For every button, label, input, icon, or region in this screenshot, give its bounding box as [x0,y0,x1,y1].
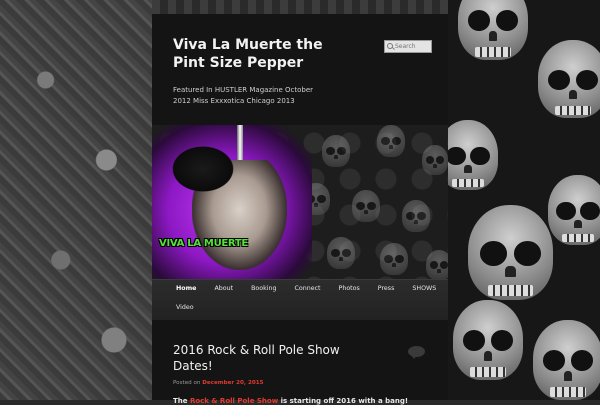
skull-graphic [533,320,600,400]
background-right-skulls [448,0,600,400]
nav-item-press[interactable]: Press [369,280,404,298]
nav-item-video[interactable]: Video [167,299,203,317]
site-description: Featured In HUSTLER Magazine October 201… [173,86,314,105]
nav-item-about[interactable]: About [205,280,242,298]
nav-item-connect[interactable]: Connect [285,280,329,298]
nav-row: Home About Booking Connect Photos Press … [152,280,448,298]
post-body: The Rock & Roll Pole Show is starting of… [173,397,433,405]
post-body-suffix: is starting off 2016 with a bang! [280,397,409,405]
skull-graphic [448,120,498,190]
nav-item-booking[interactable]: Booking [242,280,285,298]
post-body-prefix: The [173,397,188,405]
dancer-hair [168,143,238,195]
post-meta-prefix: Posted on [173,380,201,386]
skull-graphic [538,40,600,118]
nav-item-home[interactable]: Home [167,280,205,298]
nav-item-shows[interactable]: SHOWS [403,280,445,298]
site-title[interactable]: Viva La Muerte the Pint Size Pepper [173,36,323,72]
background-top-strip [152,0,448,14]
header-banner-image[interactable]: VIVA LA MUERTE [152,125,448,279]
skull-graphic [548,175,600,245]
skull-graphic [468,205,553,300]
post-body-link[interactable]: Rock & Roll Pole Show [190,397,278,405]
search-icon [387,42,393,51]
post-date-link[interactable]: December 20, 2015 [202,380,263,386]
skull-graphic [458,0,528,60]
search-box[interactable] [384,40,432,53]
nav-row: Video [152,299,448,317]
post-meta: Posted on December 20, 2015 [173,380,264,386]
skull-graphic [453,300,523,380]
search-input[interactable] [393,41,431,52]
main-navigation: Home About Booking Connect Photos Press … [152,279,448,320]
site-header: Viva La Muerte the Pint Size Pepper Feat… [152,14,448,125]
nav-item-photos[interactable]: Photos [330,280,369,298]
post-title[interactable]: 2016 Rock & Roll Pole Show Dates! [173,342,383,374]
page-container: Viva La Muerte the Pint Size Pepper Feat… [152,14,448,405]
comment-bubble-icon[interactable] [408,346,425,359]
banner-logo-text: VIVA LA MUERTE [159,238,248,249]
background-left-damask [0,0,152,400]
